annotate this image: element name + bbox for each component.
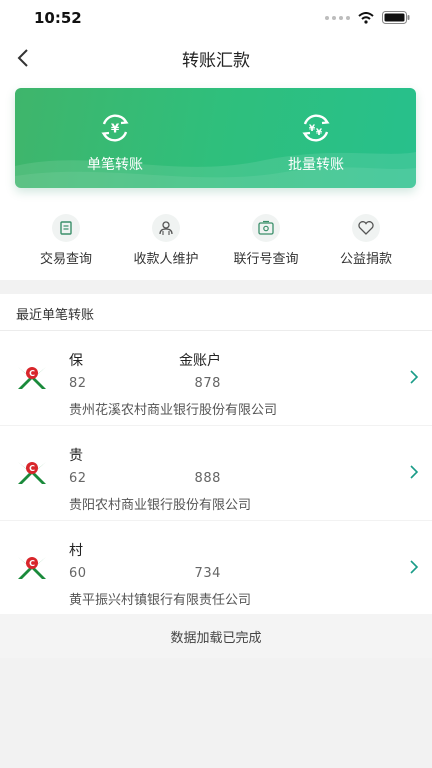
status-icons <box>325 11 410 24</box>
chevron-right-icon <box>410 560 419 574</box>
wifi-icon <box>358 11 374 24</box>
batch-transfer-label: 批量转账 <box>288 157 344 173</box>
svg-text:¥: ¥ <box>316 128 323 138</box>
svg-text:C: C <box>29 464 35 473</box>
quick-actions: 交易查询 收款人维护 联行号查询 公益捐款 <box>0 214 432 267</box>
batch-transfer-button[interactable]: ¥ ¥ 批量转账 <box>256 110 376 174</box>
load-status-text: 数据加载已完成 <box>170 631 262 646</box>
rural-bank-logo-icon: C <box>18 462 46 484</box>
yuan-exchange-icon: ¥ <box>101 114 129 142</box>
svg-text:¥: ¥ <box>111 122 120 136</box>
chevron-right-icon <box>410 370 419 384</box>
charity-donation-label: 公益捐款 <box>339 252 392 267</box>
load-status-footer: 数据加载已完成 <box>0 614 432 658</box>
nav-bar: 转账汇款 <box>0 40 432 76</box>
rural-bank-logo-icon: C <box>18 557 46 579</box>
svg-text:C: C <box>29 559 35 568</box>
transaction-query-button[interactable]: 交易查询 <box>12 214 120 267</box>
transfer-banner: ¥ 单笔转账 ¥ ¥ 批量转账 <box>15 88 416 188</box>
svg-text:¥: ¥ <box>309 124 316 134</box>
status-bar: 10:52 <box>0 0 432 40</box>
recipient-bank: 贵阳农村商业银行股份有限公司 <box>69 498 252 513</box>
chevron-right-icon <box>410 465 419 479</box>
battery-icon <box>382 11 410 24</box>
page-title: 转账汇款 <box>182 51 250 71</box>
payee-maintenance-label: 收款人维护 <box>133 252 199 267</box>
recipient-bank: 黄平振兴村镇银行有限责任公司 <box>69 593 252 608</box>
heart-icon <box>352 214 380 242</box>
recipient-account: 60 734 <box>69 566 221 581</box>
recipient-account: 82 878 <box>69 376 221 391</box>
bank-code-icon <box>252 214 280 242</box>
rural-bank-logo-icon: C <box>18 367 46 389</box>
transfer-panel: ¥ 单笔转账 ¥ ¥ 批量转账 交易查询 收款人维护 联行号查询 公益捐款 <box>0 76 432 280</box>
single-transfer-label: 单笔转账 <box>87 157 143 173</box>
single-transfer-button[interactable]: ¥ 单笔转账 <box>55 110 175 174</box>
batch-exchange-icon: ¥ ¥ <box>302 114 330 142</box>
document-icon <box>52 214 80 242</box>
bank-code-query-label: 联行号查询 <box>233 252 299 267</box>
svg-text:C: C <box>29 369 35 378</box>
payee-maintenance-button[interactable]: 收款人维护 <box>112 214 220 267</box>
recipient-name: 村 <box>69 543 83 559</box>
recent-transfer-item[interactable]: C 贵 62 888 贵阳农村商业银行股份有限公司 <box>0 426 432 520</box>
recent-transfers-title: 最近单笔转账 <box>16 308 95 323</box>
charity-donation-button[interactable]: 公益捐款 <box>312 214 420 267</box>
transaction-query-label: 交易查询 <box>39 252 92 267</box>
status-time: 10:52 <box>34 9 82 27</box>
recent-transfer-item[interactable]: C 保金账户 82 878 贵州花溪农村商业银行股份有限公司 <box>0 331 432 425</box>
payee-icon <box>152 214 180 242</box>
recipient-bank: 贵州花溪农村商业银行股份有限公司 <box>69 403 278 418</box>
signal-icon <box>325 15 350 20</box>
bank-code-query-button[interactable]: 联行号查询 <box>212 214 320 267</box>
recipient-name: 保金账户 <box>69 353 221 369</box>
recent-transfer-item[interactable]: C 村 60 734 黄平振兴村镇银行有限责任公司 <box>0 521 432 615</box>
recipient-account: 62 888 <box>69 471 221 486</box>
recent-transfers-header: 最近单笔转账 <box>0 294 432 331</box>
recipient-name: 贵 <box>69 448 83 464</box>
